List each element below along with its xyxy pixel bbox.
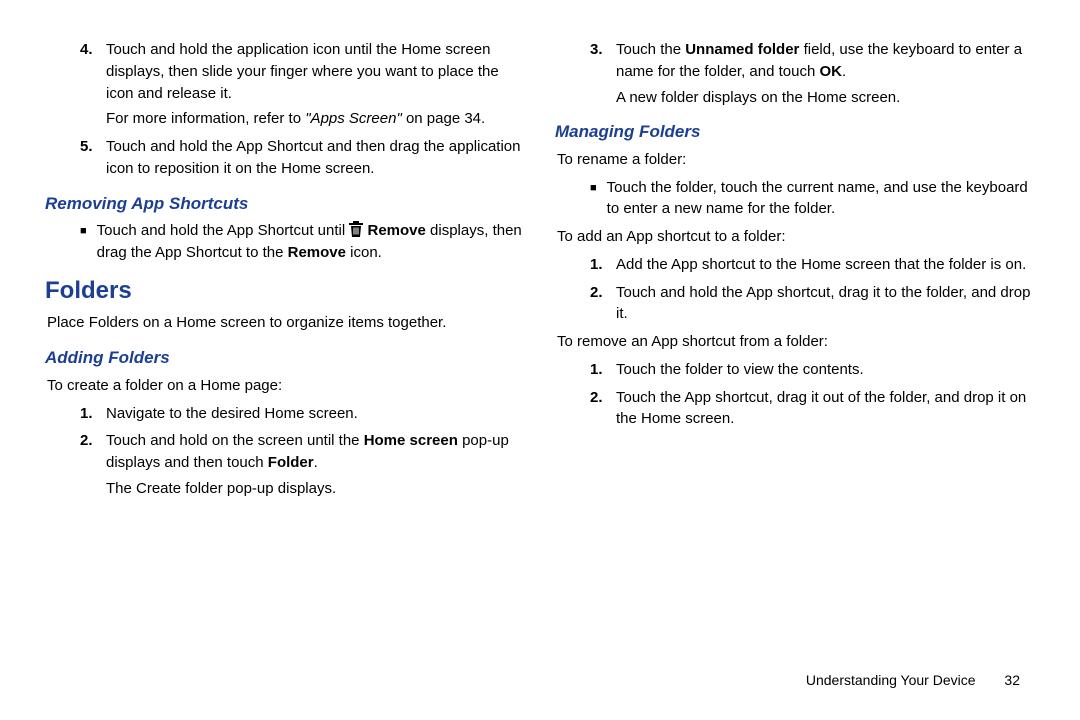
page-number: 32 xyxy=(1004,672,1020,688)
txt-post: icon. xyxy=(346,244,382,261)
ok-bold: OK xyxy=(819,63,842,80)
step-number: 2. xyxy=(590,387,610,431)
step-sub: A new folder displays on the Home screen… xyxy=(616,87,1035,109)
remove-shortcut-steps: 1. Touch the folder to view the contents… xyxy=(555,359,1035,430)
more-pre: For more information, refer to xyxy=(106,110,305,127)
numbered-list-continued-right: 3. Touch the Unnamed folder field, use t… xyxy=(555,39,1035,108)
add-shortcut-steps: 1. Add the App shortcut to the Home scre… xyxy=(555,254,1035,325)
step-number: 2. xyxy=(590,282,610,326)
removing-bullet-list: ■ Touch and hold the App Shortcut until … xyxy=(45,220,525,264)
adding-intro: To create a folder on a Home page: xyxy=(45,375,525,397)
step-text: Touch the App shortcut, drag it out of t… xyxy=(616,387,1035,431)
home-screen-bold: Home screen xyxy=(364,432,458,449)
numbered-list-continued: 4. Touch and hold the application icon u… xyxy=(45,39,525,180)
more-post: on page 34. xyxy=(402,110,485,127)
step-number: 3. xyxy=(590,39,610,108)
bullet-body: Touch and hold the App Shortcut until Re… xyxy=(97,220,525,264)
step-5: 5. Touch and hold the App Shortcut and t… xyxy=(45,136,525,180)
folders-intro: Place Folders on a Home screen to organi… xyxy=(45,312,525,334)
step-text: Touch the folder to view the contents. xyxy=(616,359,864,381)
step-text: Touch and hold the application icon unti… xyxy=(106,41,499,102)
remove-shortcut-intro: To remove an App shortcut from a folder: xyxy=(555,331,1035,353)
adding-folders-heading: Adding Folders xyxy=(45,346,525,371)
txt-post: . xyxy=(842,63,846,80)
rename-intro: To rename a folder: xyxy=(555,149,1035,171)
step-body: Touch the Unnamed folder field, use the … xyxy=(616,39,1035,108)
removing-shortcuts-heading: Removing App Shortcuts xyxy=(45,192,525,217)
removing-bullet: ■ Touch and hold the App Shortcut until … xyxy=(45,220,525,264)
txt-pre: Touch and hold the App Shortcut until xyxy=(97,222,350,239)
step-more-info: For more information, refer to "Apps Scr… xyxy=(106,108,525,130)
step-sub: The Create folder pop-up displays. xyxy=(106,478,525,500)
step-3: 3. Touch the Unnamed folder field, use t… xyxy=(555,39,1035,108)
add-shortcut-intro: To add an App shortcut to a folder: xyxy=(555,226,1035,248)
step-text: Touch and hold the App Shortcut and then… xyxy=(106,136,525,180)
step-number: 1. xyxy=(80,403,100,425)
square-bullet-icon: ■ xyxy=(80,220,87,264)
step-number: 5. xyxy=(80,136,100,180)
folder-bold: Folder xyxy=(268,454,314,471)
step-text: Add the App shortcut to the Home screen … xyxy=(616,254,1026,276)
txt-post: . xyxy=(314,454,318,471)
step-text: Navigate to the desired Home screen. xyxy=(106,403,358,425)
step-4: 4. Touch and hold the application icon u… xyxy=(45,39,525,130)
step-number: 1. xyxy=(590,359,610,381)
managing-folders-heading: Managing Folders xyxy=(555,120,1035,145)
remove-label-bold: Remove xyxy=(363,222,426,239)
chapter-title: Understanding Your Device xyxy=(806,672,976,688)
apps-screen-ref: "Apps Screen" xyxy=(305,110,402,127)
left-column: 4. Touch and hold the application icon u… xyxy=(45,35,525,635)
step-number: 4. xyxy=(80,39,100,130)
add-step-1: 1. Navigate to the desired Home screen. xyxy=(45,403,525,425)
rename-bullet-list: ■ Touch the folder, touch the current na… xyxy=(555,177,1035,221)
step-number: 1. xyxy=(590,254,610,276)
square-bullet-icon: ■ xyxy=(590,177,597,221)
step-number: 2. xyxy=(80,430,100,499)
txt-pre: Touch and hold on the screen until the xyxy=(106,432,364,449)
trash-icon xyxy=(349,221,363,237)
two-column-layout: 4. Touch and hold the application icon u… xyxy=(45,35,1035,635)
add-sc-step-1: 1. Add the App shortcut to the Home scre… xyxy=(555,254,1035,276)
rename-bullet: ■ Touch the folder, touch the current na… xyxy=(555,177,1035,221)
adding-steps: 1. Navigate to the desired Home screen. … xyxy=(45,403,525,500)
step-text: Touch and hold the App shortcut, drag it… xyxy=(616,282,1035,326)
page-footer: Understanding Your Device 32 xyxy=(806,670,1020,690)
rm-sc-step-1: 1. Touch the folder to view the contents… xyxy=(555,359,1035,381)
add-sc-step-2: 2. Touch and hold the App shortcut, drag… xyxy=(555,282,1035,326)
unnamed-folder-bold: Unnamed folder xyxy=(685,41,799,58)
remove-label-bold-2: Remove xyxy=(288,244,346,261)
rm-sc-step-2: 2. Touch the App shortcut, drag it out o… xyxy=(555,387,1035,431)
step-body: Touch and hold on the screen until the H… xyxy=(106,430,525,499)
step-body: Touch and hold the application icon unti… xyxy=(106,39,525,130)
add-step-2: 2. Touch and hold on the screen until th… xyxy=(45,430,525,499)
folders-heading: Folders xyxy=(45,274,525,309)
right-column: 3. Touch the Unnamed folder field, use t… xyxy=(555,35,1035,635)
txt-pre: Touch the xyxy=(616,41,685,58)
bullet-text: Touch the folder, touch the current name… xyxy=(607,177,1035,221)
